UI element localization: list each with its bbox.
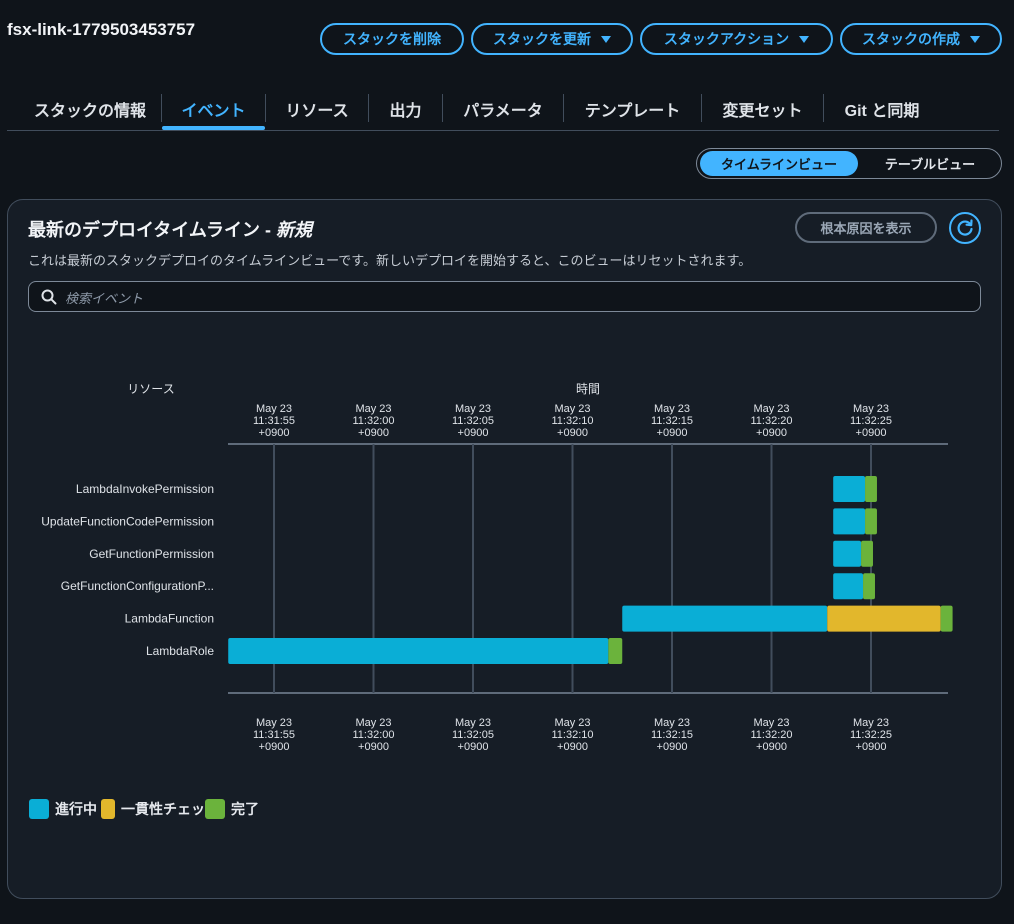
consistency-check-swatch (101, 799, 115, 819)
bottom-tick-label: May 23 11:32:00 +0900 (352, 717, 394, 753)
bar-complete (940, 605, 953, 632)
x-axis-title: 時間 (576, 382, 600, 396)
resource-label: LambdaFunction (125, 612, 214, 626)
bar-complete (863, 573, 875, 600)
top-tick-label: May 23 11:32:10 +0900 (551, 403, 593, 439)
top-tick-label: May 23 11:32:05 +0900 (452, 403, 494, 439)
top-tick-label: May 23 11:32:25 +0900 (850, 403, 892, 439)
bar-in-progress (622, 605, 828, 632)
legend-label: 進行中 (55, 801, 97, 817)
legend-label: 一貫性チェッ (121, 801, 205, 817)
resource-label: LambdaRole (146, 644, 214, 658)
bottom-tick-label: May 23 11:31:55 +0900 (253, 717, 295, 753)
timeline-chart: リソース 時間 May 23 11:31:55 +0900 May 23 11:31:55 +… (41, 382, 953, 753)
resource-label: UpdateFunctionCodePermission (41, 514, 214, 528)
in-progress-swatch (29, 799, 49, 819)
bar-complete (865, 508, 877, 535)
bottom-tick-label: May 23 11:32:05 +0900 (452, 717, 494, 753)
complete-swatch (205, 799, 225, 819)
y-axis-title: リソース (127, 382, 174, 396)
resource-label: GetFunctionPermission (89, 547, 214, 561)
bar-complete (861, 540, 873, 567)
resource-label: LambdaInvokePermission (76, 482, 214, 496)
bar-complete (608, 638, 623, 664)
legend-label: 完了 (231, 801, 259, 817)
bar-in-progress (833, 508, 866, 535)
resource-label: GetFunctionConfigurationP... (61, 579, 214, 593)
bar-in-progress (833, 573, 864, 600)
bottom-tick-label: May 23 11:32:10 +0900 (551, 717, 593, 753)
top-tick-label: May 23 11:32:15 +0900 (651, 403, 693, 439)
bar-consistency-check (827, 605, 941, 632)
top-tick-label: May 23 11:32:00 +0900 (352, 403, 394, 439)
bar-in-progress (833, 540, 862, 567)
bottom-tick-label: May 23 11:32:15 +0900 (651, 717, 693, 753)
legend-item-in-progress: 進行中 (29, 799, 97, 819)
top-tick-label: May 23 11:32:20 +0900 (750, 403, 792, 439)
bar-in-progress (833, 476, 866, 502)
bottom-tick-label: May 23 11:32:20 +0900 (750, 717, 792, 753)
bottom-tick-label: May 23 11:32:25 +0900 (850, 717, 892, 753)
legend-item-consistency-check: 一貫性チェッ (101, 799, 205, 819)
bar-in-progress (228, 638, 609, 664)
bar-complete (865, 476, 877, 502)
top-tick-label: May 23 11:31:55 +0900 (253, 403, 295, 439)
legend-item-complete: 完了 (205, 799, 259, 819)
